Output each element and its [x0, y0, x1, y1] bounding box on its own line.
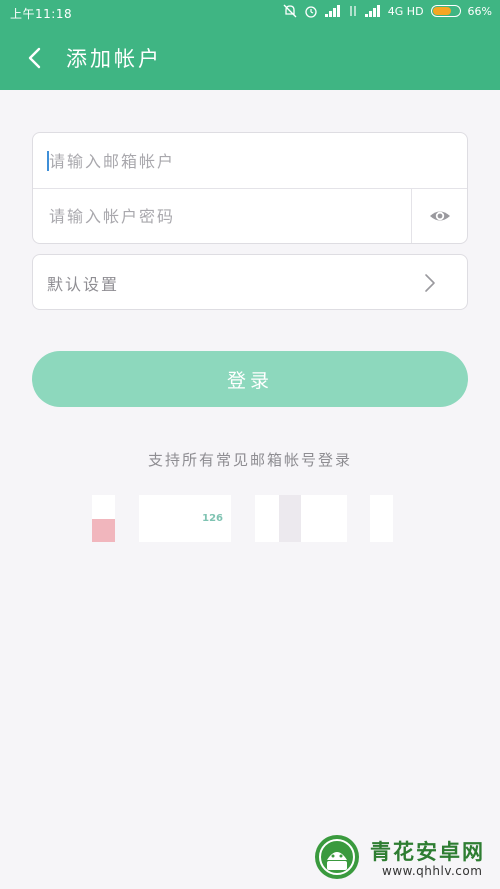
status-bar: 上午11:18 4G HD 66%: [0, 0, 500, 26]
watermark: 青花安卓网 www.qhhlv.com: [310, 830, 495, 886]
battery-level: [432, 7, 452, 15]
email-input[interactable]: [47, 145, 451, 177]
status-time: 上午11:18: [10, 7, 73, 21]
battery-icon: [430, 5, 461, 17]
provider-logo-126: 126: [139, 495, 231, 542]
login-button[interactable]: 登录: [32, 351, 468, 407]
chevron-right-icon: [425, 274, 435, 292]
support-text: 支持所有常见邮箱帐号登录: [147, 451, 352, 469]
settings-label: 默认设置: [47, 275, 120, 294]
provider-logo-3: [255, 495, 347, 542]
provider-logo-mark: [92, 519, 115, 542]
password-field-row: [33, 188, 467, 243]
provider-logo-1: [92, 495, 115, 542]
provider-logo-4: [370, 495, 393, 542]
provider-logo-label: 126: [202, 513, 223, 524]
android-logo-icon: [315, 835, 359, 879]
password-input[interactable]: [47, 200, 391, 232]
status-icons: 4G HD 66%: [283, 4, 492, 18]
eye-icon: [430, 211, 450, 221]
email-field-row: [33, 133, 467, 189]
watermark-url: www.qhhlv.com: [382, 864, 483, 878]
show-password-toggle[interactable]: [411, 188, 467, 243]
battery-percent: 66%: [467, 4, 492, 18]
signal-icon: [324, 5, 340, 17]
alarm-icon: [305, 6, 317, 18]
data-transfer-icon: [350, 6, 356, 16]
page-title: 添加帐户: [66, 47, 162, 71]
app-header: 添加帐户: [0, 26, 500, 90]
signal-icon-2: [364, 5, 380, 17]
network-type: 4G HD: [387, 4, 424, 18]
default-settings-row[interactable]: 默认设置: [32, 254, 468, 310]
mute-icon: [283, 4, 297, 18]
watermark-title: 青花安卓网: [370, 840, 485, 864]
back-arrow-icon[interactable]: [20, 42, 52, 74]
provider-logo-mark: [279, 495, 301, 542]
login-card: [32, 132, 468, 244]
